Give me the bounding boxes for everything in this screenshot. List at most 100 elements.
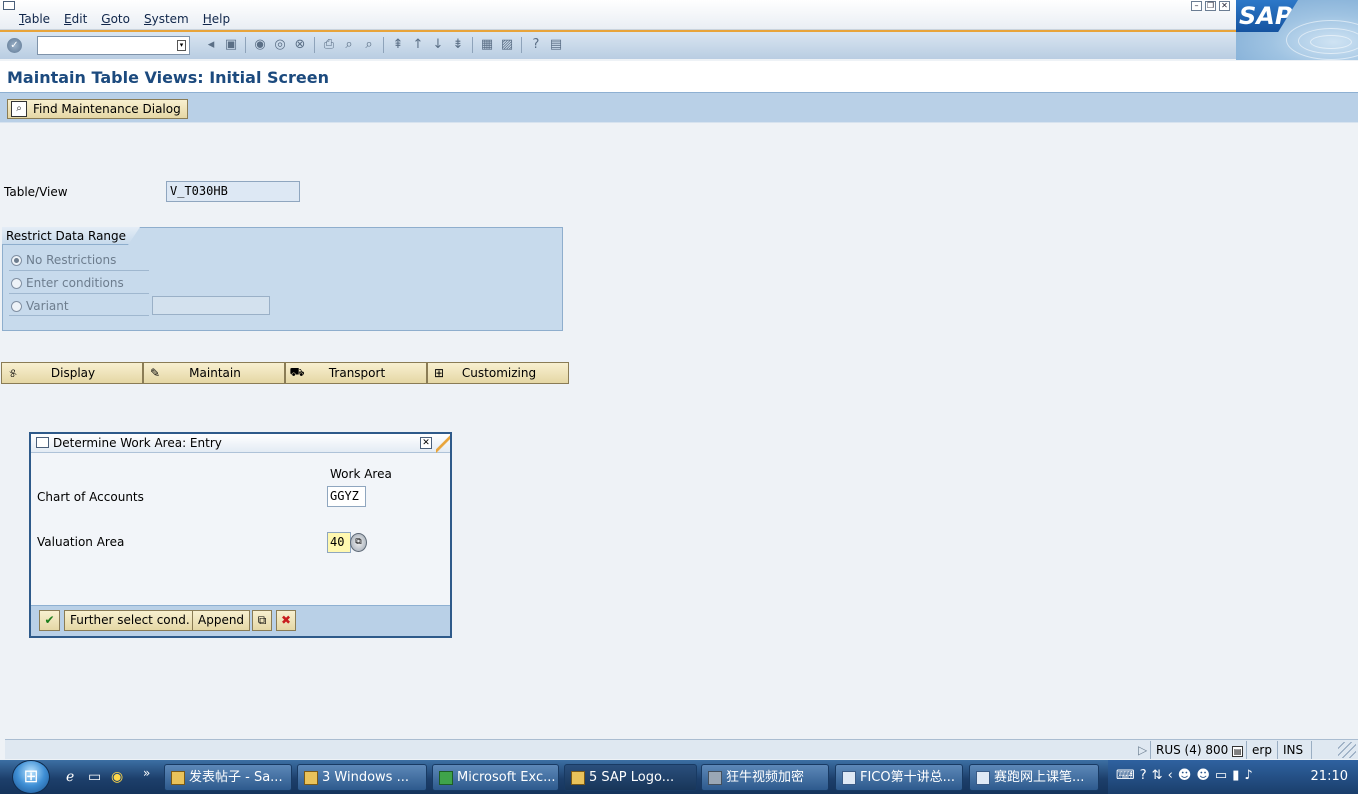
menu-edit[interactable]: Edit bbox=[57, 12, 94, 26]
keyboard-icon[interactable]: ⌨ bbox=[1116, 768, 1135, 783]
status-info-icon[interactable]: ▤ bbox=[1232, 746, 1244, 757]
dialog-corner-accent bbox=[436, 434, 450, 453]
maintain-button[interactable]: ✎ Maintain bbox=[143, 362, 285, 384]
layout-menu-icon[interactable]: ▤ bbox=[548, 37, 564, 53]
excel-icon bbox=[439, 770, 453, 785]
chart-of-accounts-input[interactable]: GGYZ bbox=[327, 486, 366, 507]
taskbar-item[interactable]: 赛跑网上课笔... bbox=[969, 764, 1099, 791]
menu-system[interactable]: System bbox=[137, 12, 196, 26]
task-app-icon bbox=[171, 770, 185, 785]
task-label: FICO第十讲总... bbox=[860, 770, 956, 785]
help-tray-icon[interactable]: ? bbox=[1140, 768, 1147, 783]
task-label: 狂牛视频加密 bbox=[726, 770, 805, 785]
quicklaunch-app-icon[interactable]: ◉ bbox=[111, 769, 123, 785]
pencil-icon: ✎ bbox=[149, 366, 161, 380]
close-window-icon[interactable]: ✕ bbox=[1219, 1, 1230, 11]
sap-logo: SAP bbox=[1236, 0, 1358, 60]
start-button-icon[interactable]: ⊞ bbox=[12, 760, 50, 794]
taskbar-item[interactable]: 狂牛视频加密 bbox=[701, 764, 829, 791]
variant-input[interactable] bbox=[152, 296, 270, 315]
last-page-icon[interactable]: ⇟ bbox=[450, 37, 466, 53]
quicklaunch-more-icon[interactable]: » bbox=[143, 766, 150, 780]
battery-icon[interactable]: ▮ bbox=[1232, 768, 1239, 783]
status-mode: INS bbox=[1277, 741, 1308, 759]
copy-icon[interactable]: ⧉ bbox=[252, 610, 272, 631]
toolbar-separator bbox=[314, 37, 315, 53]
qq-icon[interactable]: ☻ bbox=[1196, 768, 1210, 783]
back-icon[interactable]: ◉ bbox=[252, 37, 268, 53]
table-view-input[interactable]: V_T030HB bbox=[166, 181, 300, 202]
taskbar-item-active[interactable]: 5 SAP Logo... bbox=[564, 764, 697, 791]
continue-check-icon[interactable]: ✔ bbox=[39, 610, 60, 631]
menu-table[interactable]: Table bbox=[12, 12, 57, 26]
next-page-icon[interactable]: ↓ bbox=[430, 37, 446, 53]
first-page-icon[interactable]: ⇞ bbox=[390, 37, 406, 53]
dialog-title: Determine Work Area: Entry bbox=[53, 436, 222, 450]
radio-no-restrictions[interactable]: No Restrictions bbox=[11, 253, 116, 267]
display-button[interactable]: ୫ Display bbox=[1, 362, 143, 384]
radio-enter-conditions-label: Enter conditions bbox=[26, 276, 124, 290]
taskbar-item[interactable]: 3 Windows ... bbox=[297, 764, 427, 791]
find-maintenance-dialog-button[interactable]: ⌕ Find Maintenance Dialog bbox=[7, 99, 188, 119]
ok-check-icon[interactable]: ✓ bbox=[7, 38, 22, 53]
append-button[interactable]: Append bbox=[192, 610, 251, 631]
cancel-icon[interactable]: ⊗ bbox=[292, 37, 308, 53]
network-icon[interactable]: ⇅ bbox=[1152, 768, 1163, 783]
shortcut-icon[interactable]: ▨ bbox=[499, 37, 515, 53]
restore-icon[interactable]: ❐ bbox=[1205, 1, 1216, 11]
minimize-icon[interactable]: – bbox=[1191, 1, 1202, 11]
command-history-icon[interactable]: ▾ bbox=[177, 40, 186, 51]
valuation-area-input[interactable]: 40 bbox=[327, 532, 351, 553]
print-icon[interactable]: ⎙ bbox=[321, 37, 337, 53]
dialog-menu-icon[interactable] bbox=[36, 437, 49, 448]
taskbar-item[interactable]: FICO第十讲总... bbox=[835, 764, 963, 791]
previous-page-icon[interactable]: ↑ bbox=[410, 37, 426, 53]
cancel-x-icon[interactable]: ✖ bbox=[276, 610, 296, 631]
toolbar-separator bbox=[383, 37, 384, 53]
find-icon[interactable]: ⌕ bbox=[341, 37, 357, 53]
monitor-icon[interactable]: ▭ bbox=[1215, 768, 1227, 783]
ie-icon[interactable]: ℯ bbox=[66, 769, 74, 785]
row-divider bbox=[9, 270, 149, 271]
dialog-title-bar: Determine Work Area: Entry ✕ bbox=[31, 434, 450, 453]
word-icon bbox=[842, 770, 856, 785]
arrow-left-icon[interactable]: ◂ bbox=[203, 37, 219, 53]
save-icon[interactable]: ▣ bbox=[223, 37, 239, 53]
menu-help[interactable]: Help bbox=[196, 12, 237, 26]
status-server: erp bbox=[1246, 741, 1277, 759]
close-icon[interactable]: ✕ bbox=[420, 437, 432, 449]
radio-dot bbox=[11, 277, 22, 289]
find-next-icon[interactable]: ⌕ bbox=[361, 37, 377, 53]
exit-icon[interactable]: ◎ bbox=[272, 37, 288, 53]
radio-enter-conditions[interactable]: Enter conditions bbox=[11, 276, 124, 290]
action-buttons: ୫ Display ✎ Maintain ⛟ Transport ⊞ Custo… bbox=[1, 362, 569, 384]
video-app-icon bbox=[708, 770, 722, 785]
menu-goto[interactable]: Goto bbox=[94, 12, 137, 26]
status-system[interactable]: RUS (4) 800 ▤ bbox=[1150, 741, 1248, 759]
show-desktop-icon[interactable]: ▭ bbox=[88, 769, 101, 785]
tray-icons: ⌨ ? ⇅ ‹ ☻ ☻ ▭ ▮ ♪ bbox=[1116, 768, 1253, 783]
radio-variant[interactable]: Variant bbox=[11, 299, 69, 313]
qq-icon[interactable]: ☻ bbox=[1178, 768, 1192, 783]
hierarchy-icon: ⊞ bbox=[433, 366, 445, 380]
resize-grip[interactable] bbox=[1338, 742, 1356, 758]
help-icon[interactable]: ? bbox=[528, 37, 544, 53]
clock[interactable]: 21:10 bbox=[1311, 769, 1348, 784]
taskbar-item[interactable]: 发表帖子 - Sa... bbox=[164, 764, 292, 791]
new-session-icon[interactable]: ▦ bbox=[479, 37, 495, 53]
application-toolbar: ⌕ Find Maintenance Dialog bbox=[0, 92, 1358, 123]
transport-button[interactable]: ⛟ Transport bbox=[285, 362, 427, 384]
taskbar-item[interactable]: Microsoft Exc... bbox=[432, 764, 559, 791]
status-empty-segment bbox=[1311, 741, 1337, 759]
command-field[interactable]: ▾ bbox=[37, 36, 190, 55]
value-help-icon[interactable]: ⧉ bbox=[350, 533, 367, 552]
volume-icon[interactable]: ♪ bbox=[1244, 768, 1252, 783]
toolbar-icons: ◂ ▣ ◉ ◎ ⊗ ⎙ ⌕ ⌕ ⇞ ↑ ↓ ⇟ ▦ ▨ ? ▤ bbox=[203, 37, 564, 53]
chevron-left-icon[interactable]: ‹ bbox=[1168, 768, 1173, 783]
word-icon bbox=[976, 770, 990, 785]
task-label: 发表帖子 - Sa... bbox=[189, 770, 283, 785]
system-menu-icon[interactable] bbox=[3, 1, 15, 10]
menu-list: Table Edit Goto System Help bbox=[12, 12, 237, 26]
further-select-button[interactable]: Further select cond. bbox=[64, 610, 196, 631]
customizing-button[interactable]: ⊞ Customizing bbox=[427, 362, 569, 384]
